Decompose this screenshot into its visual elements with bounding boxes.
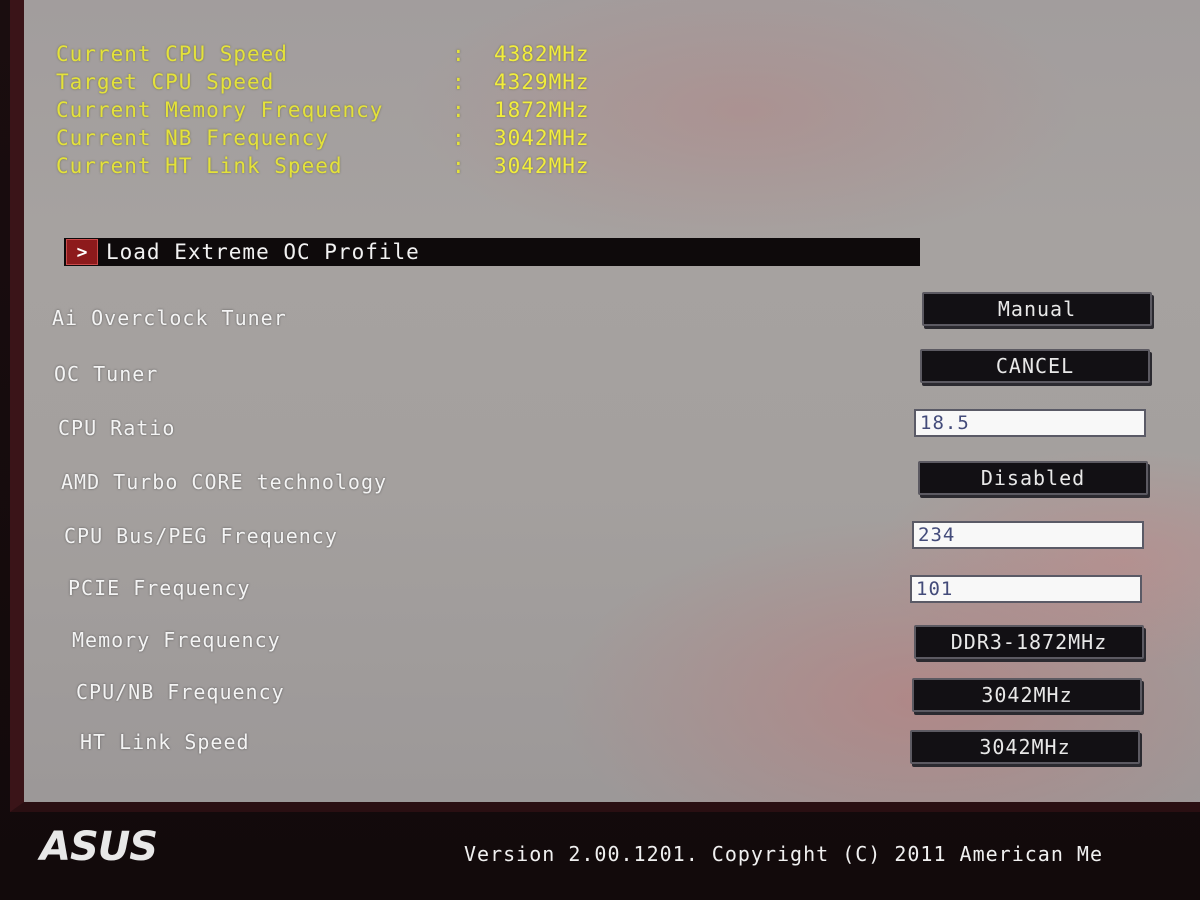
setting-label-amd-turbo-core: AMD Turbo CORE technology <box>61 470 388 494</box>
setting-label-ht-link-speed: HT Link Speed <box>80 730 250 754</box>
ht-link-speed-select[interactable]: 3042MHz <box>910 730 1140 764</box>
info-row: Current CPU Speed : 4382MHz <box>56 40 676 68</box>
oc-tuner-select[interactable]: CANCEL <box>920 349 1150 383</box>
info-row: Current NB Frequency : 3042MHz <box>56 124 676 152</box>
amd-turbo-core-select[interactable]: Disabled <box>918 461 1148 495</box>
asus-logo: ASUS <box>40 824 158 870</box>
pcie-frequency-input[interactable]: 101 <box>910 575 1142 603</box>
setting-label-cpu-ratio: CPU Ratio <box>58 416 176 440</box>
setting-label-pcie-frequency: PCIE Frequency <box>68 576 251 600</box>
info-label: Current HT Link Speed <box>56 154 343 178</box>
setting-label-cpu-nb-frequency: CPU/NB Frequency <box>76 680 285 704</box>
info-row: Target CPU Speed : 4329MHz <box>56 68 676 96</box>
info-value: 3042MHz <box>494 126 590 150</box>
info-label: Current Memory Frequency <box>56 98 384 122</box>
info-row: Current Memory Frequency : 1872MHz <box>56 96 676 124</box>
info-label: Current CPU Speed <box>56 42 288 66</box>
info-separator: : <box>452 70 466 94</box>
info-value: 3042MHz <box>494 154 590 178</box>
cpu-bus-peg-frequency-input[interactable]: 234 <box>912 521 1144 549</box>
info-label: Target CPU Speed <box>56 70 275 94</box>
cpu-nb-frequency-select[interactable]: 3042MHz <box>912 678 1142 712</box>
setting-label-ai-overclock-tuner: Ai Overclock Tuner <box>52 306 287 330</box>
status-info-panel: Current CPU Speed : 4382MHz Target CPU S… <box>56 40 676 180</box>
info-separator: : <box>452 154 466 178</box>
setting-label-oc-tuner: OC Tuner <box>54 362 159 386</box>
cpu-ratio-input[interactable]: 18.5 <box>914 409 1146 437</box>
setting-label-cpu-bus-peg-frequency: CPU Bus/PEG Frequency <box>64 524 338 548</box>
info-row: Current HT Link Speed : 3042MHz <box>56 152 676 180</box>
info-value: 1872MHz <box>494 98 590 122</box>
profile-label: Load Extreme OC Profile <box>106 240 420 264</box>
setting-label-memory-frequency: Memory Frequency <box>72 628 281 652</box>
memory-frequency-select[interactable]: DDR3-1872MHz <box>914 625 1144 659</box>
info-label: Current NB Frequency <box>56 126 329 150</box>
bios-screen: Current CPU Speed : 4382MHz Target CPU S… <box>10 0 1200 812</box>
version-copyright-text: Version 2.00.1201. Copyright (C) 2011 Am… <box>464 842 1104 866</box>
info-separator: : <box>452 126 466 150</box>
info-value: 4329MHz <box>494 70 590 94</box>
chevron-right-icon: > <box>66 239 98 265</box>
info-value: 4382MHz <box>494 42 590 66</box>
load-extreme-oc-profile-item[interactable]: > Load Extreme OC Profile <box>64 238 920 266</box>
bios-footer: ASUS Version 2.00.1201. Copyright (C) 20… <box>0 812 1200 900</box>
info-separator: : <box>452 42 466 66</box>
info-separator: : <box>452 98 466 122</box>
ai-overclock-tuner-select[interactable]: Manual <box>922 292 1152 326</box>
